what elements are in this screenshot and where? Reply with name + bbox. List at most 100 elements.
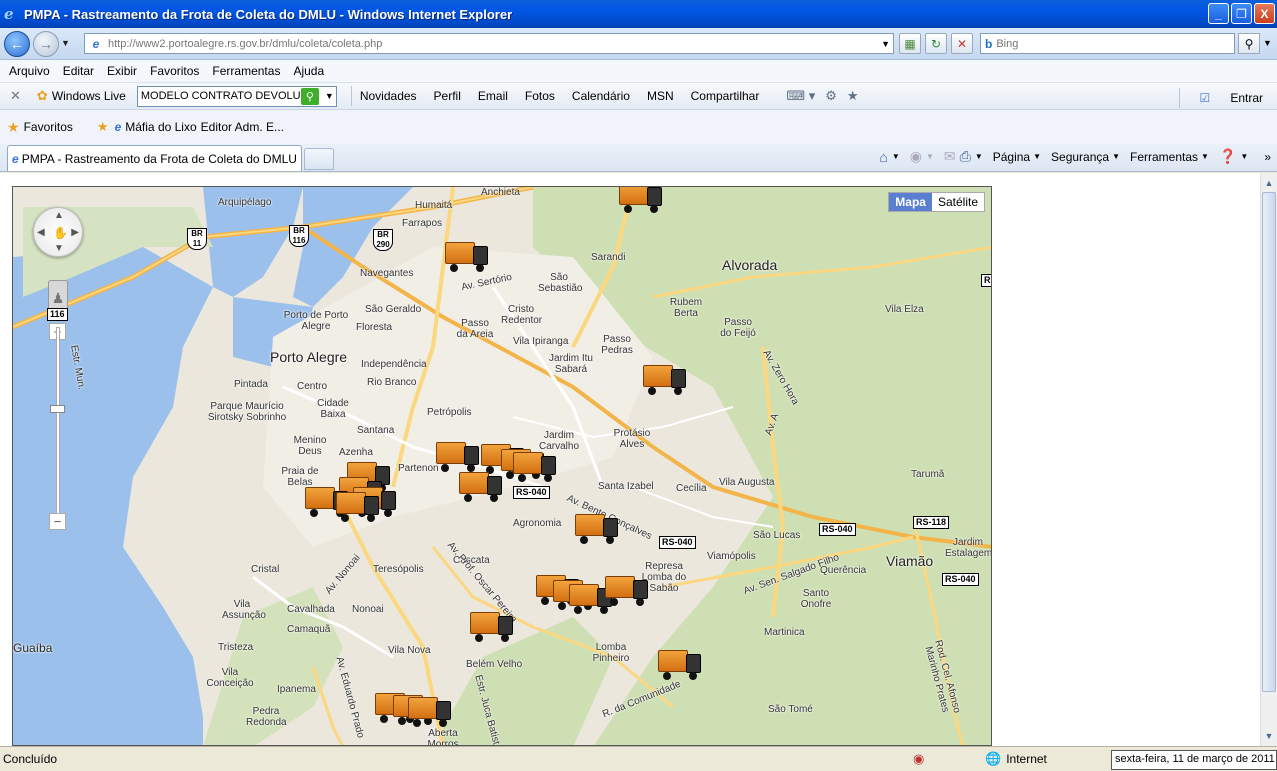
feeds-dropdown-icon[interactable]: ▼: [926, 152, 934, 161]
mail-icon[interactable]: ✉: [944, 148, 956, 165]
forward-button[interactable]: →: [33, 31, 59, 57]
scroll-down-icon[interactable]: ▼: [1261, 728, 1277, 744]
wl-link-msn[interactable]: MSN: [647, 89, 674, 103]
menu-ferramentas[interactable]: Ferramentas: [212, 64, 280, 78]
close-button[interactable]: X: [1254, 3, 1275, 24]
more-chevron-icon[interactable]: »: [1264, 150, 1271, 164]
protected-mode-icon[interactable]: ◉: [913, 751, 924, 767]
windows-live-toolbar: ✕ ✿ Windows Live ⚲ ▼ Novidades Perfil Em…: [0, 82, 1277, 110]
print-dropdown-icon[interactable]: ▼: [975, 152, 983, 161]
search-options-dropdown-icon[interactable]: ▼: [1263, 38, 1272, 48]
help-dropdown-icon[interactable]: ▼: [1240, 152, 1248, 161]
garbage-truck-marker-icon[interactable]: [436, 442, 480, 472]
menu-editar[interactable]: Editar: [63, 64, 94, 78]
garbage-truck-marker-icon[interactable]: [408, 697, 452, 727]
garbage-truck-marker-icon[interactable]: [619, 187, 663, 213]
keyboard-icon[interactable]: ⌨ ▾: [786, 88, 815, 104]
wl-link-compartilhar[interactable]: Compartilhar: [691, 89, 760, 103]
garbage-truck-marker-icon[interactable]: [658, 650, 702, 680]
page-dropdown-icon[interactable]: ▼: [1033, 152, 1041, 161]
garbage-truck-marker-icon[interactable]: [445, 242, 489, 272]
tools-dropdown-icon[interactable]: ▼: [1201, 152, 1209, 161]
garbage-truck-marker-icon[interactable]: [336, 492, 380, 522]
pan-up-icon[interactable]: ▲: [54, 210, 64, 221]
vertical-scrollbar[interactable]: ▲ ▼: [1260, 173, 1277, 746]
place-label: Passo da Areia: [456, 318, 494, 340]
search-box[interactable]: b: [980, 33, 1235, 54]
favorites-star-icon[interactable]: ★: [7, 119, 20, 136]
pan-right-icon[interactable]: ▶: [71, 227, 79, 238]
garbage-truck-marker-icon[interactable]: [643, 365, 687, 395]
security-dropdown-icon[interactable]: ▼: [1112, 152, 1120, 161]
tools-menu[interactable]: Ferramentas: [1130, 150, 1198, 164]
place-label: Petrópolis: [427, 407, 472, 418]
map-type-satellite-button[interactable]: Satélite: [932, 193, 984, 211]
search-input[interactable]: [996, 37, 1197, 50]
print-icon[interactable]: ⎙: [960, 148, 971, 165]
wl-search-dropdown-icon[interactable]: ▼: [325, 91, 334, 101]
wl-search-input[interactable]: [140, 90, 301, 102]
signin-link[interactable]: Entrar: [1230, 91, 1263, 105]
map-type-map-button[interactable]: Mapa: [889, 193, 932, 211]
zoom-slider-track[interactable]: [56, 327, 60, 527]
refresh-icon[interactable]: ↻: [925, 33, 947, 54]
minimize-button[interactable]: _: [1208, 3, 1229, 24]
favorite-link-mafia[interactable]: Máfia do Lixo: [125, 120, 196, 134]
tools-icon[interactable]: ⚙: [825, 88, 837, 104]
address-dropdown-icon[interactable]: ▼: [881, 39, 890, 49]
close-toolbar-icon[interactable]: ✕: [10, 88, 21, 104]
back-button[interactable]: ←: [4, 31, 30, 57]
feeds-icon[interactable]: ◉: [910, 148, 922, 165]
search-button[interactable]: ⚲: [1238, 33, 1260, 54]
pan-left-icon[interactable]: ◀: [37, 227, 45, 238]
wl-link-perfil[interactable]: Perfil: [434, 89, 461, 103]
page-menu[interactable]: Página: [993, 150, 1030, 164]
checklist-icon[interactable]: ☑: [1200, 91, 1211, 105]
wl-search-box[interactable]: ⚲ ▼: [136, 85, 337, 107]
maximize-button[interactable]: ❐: [1231, 3, 1252, 24]
recent-pages-dropdown-icon[interactable]: ▼: [61, 38, 70, 48]
pan-control[interactable]: ▲ ◀ ▶ ▼ ✋: [33, 207, 83, 257]
address-tools: ▦ ↻ ✕: [899, 33, 973, 54]
home-icon[interactable]: ⌂: [879, 149, 887, 165]
translate-icon[interactable]: ★: [847, 88, 859, 104]
garbage-truck-marker-icon[interactable]: [470, 612, 514, 642]
menu-ajuda[interactable]: Ajuda: [293, 64, 324, 78]
pan-down-icon[interactable]: ▼: [54, 243, 64, 254]
place-label: Martinica: [764, 627, 805, 638]
scroll-thumb[interactable]: [1262, 192, 1276, 692]
zoom-out-button[interactable]: −: [49, 513, 66, 530]
place-label: Jardim Estalagem: [945, 537, 992, 559]
address-bar[interactable]: e http://www2.portoalegre.rs.gov.br/dmlu…: [84, 33, 894, 54]
tab-active[interactable]: e PMPA - Rastreamento da Frota de Coleta…: [7, 145, 302, 171]
map[interactable]: Mapa Satélite ▲ ◀ ▶ ▼ ✋ ♟ + − Porto Aleg…: [12, 186, 992, 746]
place-label: São Sebastião: [538, 272, 583, 294]
place-label: Protásio Alves: [613, 428, 651, 450]
wl-link-email[interactable]: Email: [478, 89, 508, 103]
garbage-truck-marker-icon[interactable]: [605, 576, 649, 606]
favorites-button[interactable]: Favoritos: [24, 120, 73, 134]
garbage-truck-marker-icon[interactable]: [513, 452, 557, 482]
menu-favoritos[interactable]: Favoritos: [150, 64, 199, 78]
help-icon[interactable]: ❓: [1219, 148, 1236, 165]
new-tab-button[interactable]: [304, 148, 334, 170]
stop-icon[interactable]: ✕: [951, 33, 973, 54]
url-text[interactable]: http://www2.portoalegre.rs.gov.br/dmlu/c…: [108, 38, 382, 50]
security-menu[interactable]: Segurança: [1051, 150, 1109, 164]
menu-exibir[interactable]: Exibir: [107, 64, 137, 78]
garbage-truck-marker-icon[interactable]: [575, 514, 619, 544]
wl-link-calendario[interactable]: Calendário: [572, 89, 630, 103]
garbage-truck-marker-icon[interactable]: [459, 472, 503, 502]
wl-search-go-icon[interactable]: ⚲: [300, 87, 319, 105]
wl-link-novidades[interactable]: Novidades: [360, 89, 417, 103]
wl-link-fotos[interactable]: Fotos: [525, 89, 555, 103]
favorite-link-editor[interactable]: Editor Adm. E...: [201, 120, 284, 134]
zoom-slider-handle[interactable]: [50, 405, 65, 413]
windows-live-label[interactable]: Windows Live: [52, 89, 126, 103]
home-dropdown-icon[interactable]: ▼: [892, 152, 900, 161]
scroll-up-icon[interactable]: ▲: [1261, 175, 1277, 191]
menu-arquivo[interactable]: Arquivo: [9, 64, 50, 78]
add-favorite-icon[interactable]: ★: [97, 119, 109, 135]
compatibility-view-icon[interactable]: ▦: [899, 33, 921, 54]
security-zone[interactable]: 🌐 Internet: [985, 751, 1047, 767]
